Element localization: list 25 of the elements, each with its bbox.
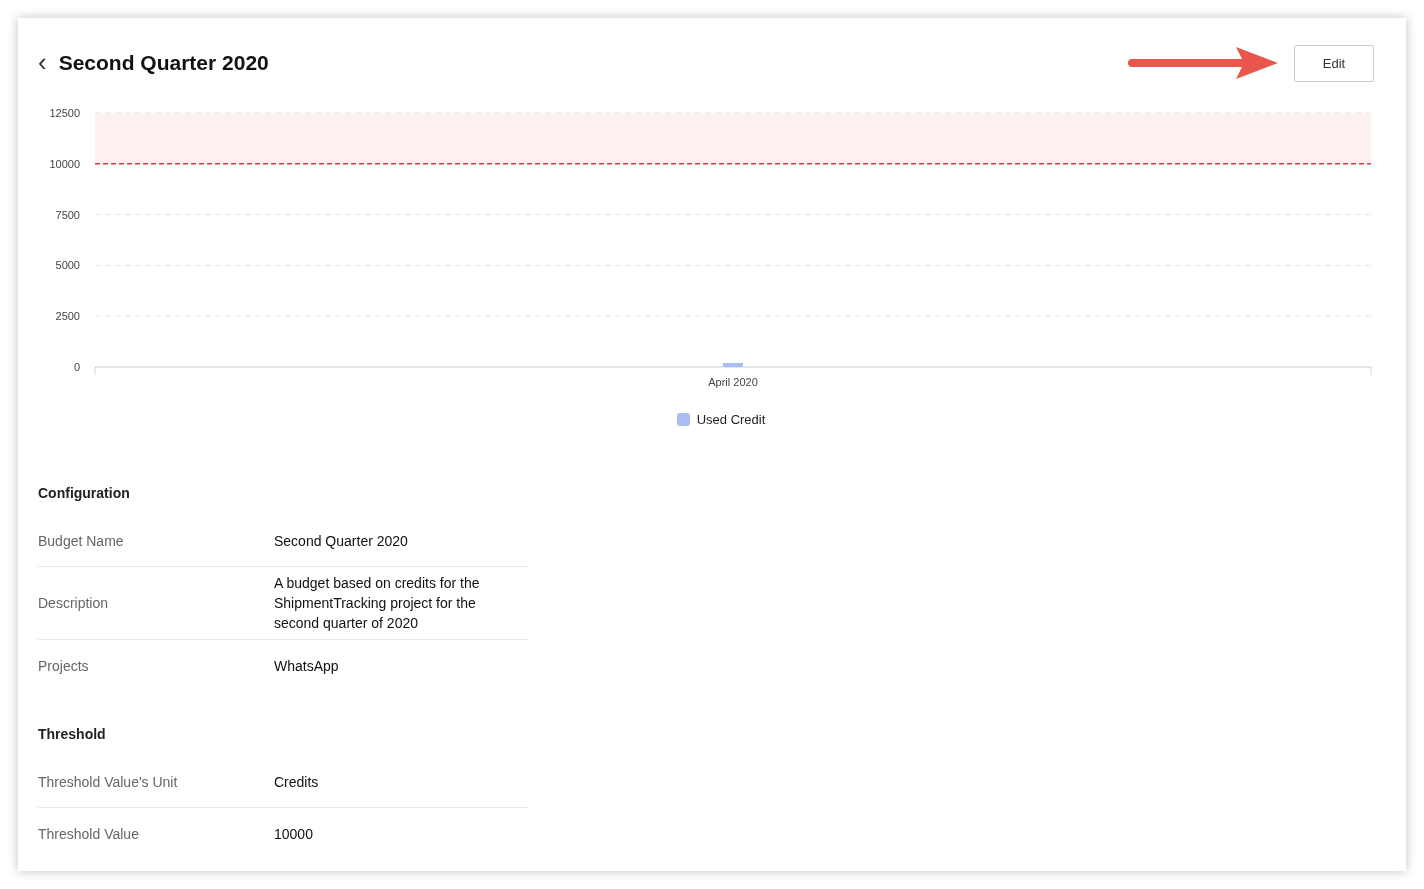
section-title: Threshold — [38, 725, 107, 744]
bar — [723, 362, 743, 367]
y-tick-label: 12500 — [49, 107, 80, 119]
field-value: A budget based on credits for the ShipmentTracking project for the second quarter of 2020 — [274, 574, 481, 633]
legend-label: Used Credit — [696, 412, 766, 427]
x-axis-label: April 2020 — [708, 376, 758, 388]
field-label: Projects — [38, 658, 90, 674]
y-tick-label: 10000 — [49, 157, 80, 170]
y-tick-label: 7500 — [55, 208, 80, 221]
y-tick-label: 5000 — [55, 259, 80, 272]
field-value: WhatsApp — [274, 657, 340, 676]
y-tick-label: 2500 — [55, 310, 80, 323]
field-label: Budget Name — [38, 532, 125, 549]
legend-swatch — [676, 413, 690, 426]
edit-button[interactable]: Edit — [1294, 44, 1374, 82]
y-tick-label: 0 — [73, 361, 80, 373]
field-value: Credits — [274, 772, 320, 792]
field-label: Threshold Value — [38, 826, 140, 842]
section-title: Configuration — [38, 484, 131, 503]
field-value: Second Quarter 2020 — [274, 531, 409, 551]
field-value: 10000 — [274, 825, 314, 844]
back-icon[interactable]: ‹ — [38, 48, 47, 78]
field-label: Description — [38, 595, 110, 611]
page-title: Second Quarter 2020 — [58, 51, 269, 75]
field-label: Threshold Value's Unit — [38, 773, 179, 790]
